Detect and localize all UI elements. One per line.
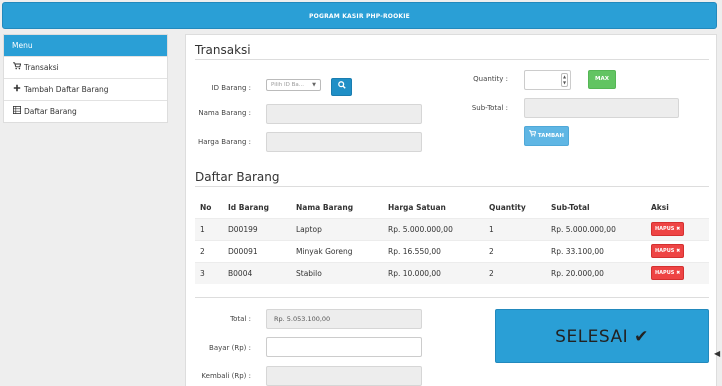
- cell-harga: Rp. 16.550,00: [383, 239, 484, 262]
- table-header-row: No Id Barang Nama Barang Harga Satuan Qu…: [195, 197, 709, 218]
- cell-nama: Minyak Goreng: [291, 239, 383, 262]
- column-header: Quantity: [489, 202, 526, 212]
- cell-subtotal: Rp. 20.000,00: [546, 261, 646, 284]
- sidebar-item-label: Transaksi: [24, 62, 59, 72]
- cell-no: 3: [195, 261, 223, 284]
- cell-nama: Stabilo: [291, 261, 383, 284]
- id-barang-label: ID Barang :: [211, 84, 251, 92]
- column-header: Sub-Total: [551, 202, 590, 212]
- transaksi-title: Transaksi: [195, 43, 251, 57]
- quantity-label: Quantity :: [473, 75, 508, 83]
- cell-aksi: HAPUS ✖: [646, 217, 709, 240]
- search-icon: [337, 81, 346, 91]
- harga-barang-field[interactable]: [266, 132, 422, 152]
- plus-icon: [12, 79, 21, 101]
- column-header: No: [200, 202, 212, 212]
- cell-qty: 2: [484, 261, 546, 284]
- column-header: Harga Satuan: [388, 202, 446, 212]
- sidebar-item-daftar-barang[interactable]: Daftar Barang: [4, 100, 167, 122]
- tambah-button[interactable]: TAMBAH: [524, 126, 569, 146]
- subtotal-label: Sub-Total :: [471, 104, 508, 112]
- cell-harga: Rp. 5.000.000,00: [383, 217, 484, 240]
- cell-harga: Rp. 10.000,00: [383, 261, 484, 284]
- cell-qty: 2: [484, 239, 546, 262]
- nama-barang-field[interactable]: [266, 104, 422, 124]
- harga-barang-label: Harga Barang :: [198, 138, 251, 146]
- app-title: POGRAM KASIR PHP-ROOKIE: [309, 13, 410, 20]
- subtotal-field[interactable]: [524, 98, 679, 118]
- hapus-button[interactable]: HAPUS ✖: [651, 266, 685, 281]
- cell-id: D00091: [223, 239, 291, 262]
- id-barang-select[interactable]: Pilih ID Ba... ▼: [266, 79, 321, 91]
- divider: [195, 59, 709, 60]
- id-barang-select-value: Pilih ID Ba...: [271, 82, 305, 88]
- cell-subtotal: Rp. 5.000.000,00: [546, 217, 646, 240]
- cell-no: 2: [195, 239, 223, 262]
- bayar-label: Bayar (Rp) :: [209, 344, 251, 352]
- sidebar-item-tambah-daftar-barang[interactable]: Tambah Daftar Barang: [4, 78, 167, 100]
- divider: [195, 297, 709, 298]
- items-table: No Id Barang Nama Barang Harga Satuan Qu…: [195, 197, 709, 284]
- scroll-left-arrow-icon[interactable]: ◀: [714, 349, 722, 359]
- tambah-label: TAMBAH: [537, 133, 565, 139]
- cell-no: 1: [195, 217, 223, 240]
- sidebar-heading: Menu: [4, 35, 167, 56]
- nama-barang-label: Nama Barang :: [198, 109, 251, 117]
- total-label: Total :: [230, 315, 251, 323]
- cart-icon: [528, 130, 538, 139]
- table-row: 1 D00199 Laptop Rp. 5.000.000,00 1 Rp. 5…: [195, 217, 709, 240]
- max-button[interactable]: MAX: [588, 70, 616, 89]
- sidebar-item-label: Daftar Barang: [24, 106, 77, 116]
- table-row: 3 B0004 Stabilo Rp. 10.000,00 2 Rp. 20.0…: [195, 261, 709, 284]
- kembali-label: Kembali (Rp) :: [201, 372, 251, 380]
- cell-id: B0004: [223, 261, 291, 284]
- sidebar-item-transaksi[interactable]: Transaksi: [4, 56, 167, 78]
- cell-aksi: HAPUS ✖: [646, 261, 709, 284]
- bayar-input[interactable]: [266, 337, 422, 357]
- column-header: Nama Barang: [296, 202, 354, 212]
- kembali-field: [266, 366, 422, 386]
- column-header: Aksi: [651, 202, 669, 212]
- main-content: Transaksi ID Barang : Pilih ID Ba... ▼ N…: [185, 34, 717, 386]
- selesai-button[interactable]: SELESAI ✔: [495, 309, 709, 363]
- daftar-barang-title: Daftar Barang: [195, 170, 280, 184]
- sidebar-item-label: Tambah Daftar Barang: [24, 84, 109, 94]
- cell-nama: Laptop: [291, 217, 383, 240]
- sidebar: Menu Transaksi Tambah Daftar Barang Daft…: [3, 34, 168, 123]
- app-title-bar: POGRAM KASIR PHP-ROOKIE: [2, 2, 717, 29]
- cell-subtotal: Rp. 33.100,00: [546, 239, 646, 262]
- cart-icon: [12, 57, 21, 79]
- cell-aksi: HAPUS ✖: [646, 239, 709, 262]
- search-button[interactable]: [331, 78, 352, 96]
- divider: [195, 186, 709, 187]
- list-icon: [12, 101, 21, 123]
- cell-qty: 1: [484, 217, 546, 240]
- spinner-arrows-icon[interactable]: ▲ ▼: [561, 73, 568, 87]
- hapus-button[interactable]: HAPUS ✖: [651, 244, 685, 258]
- column-header: Id Barang: [228, 202, 270, 212]
- total-field: Rp. 5.053.100,00: [266, 309, 422, 329]
- cell-id: D00199: [223, 217, 291, 240]
- hapus-button[interactable]: HAPUS ✖: [651, 222, 685, 236]
- caret-down-icon: ▼: [312, 82, 316, 88]
- quantity-stepper[interactable]: ▲ ▼: [524, 70, 571, 90]
- table-row: 2 D00091 Minyak Goreng Rp. 16.550,00 2 R…: [195, 239, 709, 262]
